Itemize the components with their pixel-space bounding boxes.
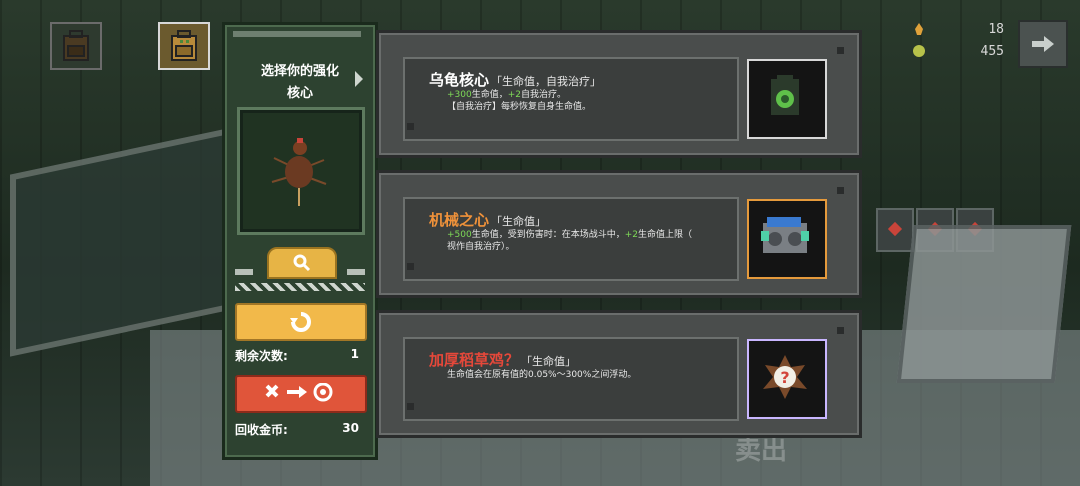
card-corner [837,327,844,334]
recycle-to-coin-icon [265,383,333,402]
card-corner [837,187,844,194]
magnifier-icon [293,254,311,272]
background-machine [896,225,1072,383]
arrow-right-icon [1032,36,1054,52]
recycle-button[interactable] [235,375,367,413]
backpack-icon [63,30,89,61]
card-description-box: 机械之心 「生命值」 +500生命值，受到伤害时：在本场战斗中，+2生命值上限（ … [403,197,739,281]
card-corner [407,263,414,270]
core-tag: 「生命值」 [491,215,547,228]
next-button[interactable] [1018,20,1068,68]
recycle-label: 回收金币: [235,423,288,437]
core-image [747,59,827,139]
desc-text: 生命值上限（ [638,230,693,240]
core-tag: 「生命值，自我治疗」 [491,75,602,88]
hud-value-top: 18 [988,22,1004,37]
card-description-box: 加厚稻草鸡？ 「生命值」 生命值会在原有值的0.05%～300%之间浮动。 [403,337,739,421]
refresh-icon [290,312,311,332]
hazard-stripe [235,283,365,291]
expand-arrow-icon[interactable] [355,71,363,87]
refresh-button[interactable] [235,303,367,341]
remaining-count-row: 剩余次数: 1 [235,347,365,365]
panel-title: 选择你的强化 核心 [233,61,367,105]
core-option-mechanical-heart[interactable]: 机械之心 「生命值」 +500生命值，受到伤害时：在本场战斗中，+2生命值上限（ … [376,170,862,298]
hud-value-bottom: 455 [980,44,1004,59]
desc-text: 生命值会在原有值的0.05%～300%之间浮动。 [447,370,637,380]
core-image [747,199,827,279]
core-description: 生命值会在原有值的0.05%～300%之间浮动。 [447,369,727,381]
core-option-thick-straw-chicken[interactable]: 加厚稻草鸡？ 「生命值」 生命值会在原有值的0.05%～300%之间浮动。 ? [376,310,862,438]
core-tag: 「生命值」 [521,355,577,368]
desc-highlight: +2 [624,230,639,240]
desc-text: 视作自我治疗）。 [447,242,515,252]
card-corner [407,403,414,410]
core-name-text: 加厚稻草鸡？ [429,351,520,369]
mystery-chicken-icon: ? [763,355,807,399]
divider-right [347,269,365,275]
svg-text:?: ? [780,368,789,387]
core-image: ? [747,339,827,419]
remaining-value: 1 [350,347,359,361]
straw-chicken-icon [271,138,327,206]
core-selection-panel: 选择你的强化 核心 剩余次数: 1 回收金币: 30 [222,22,378,460]
background-tile [876,208,914,252]
card-corner [407,123,414,130]
divider-left [235,269,253,275]
backpack-tab-2[interactable] [158,22,210,70]
core-description: +300生命值，+2自我治疗。 【自我治疗】每秒恢复自身生命值。 [447,89,727,113]
core-name: 机械之心 「生命值」 [429,209,546,230]
character-portrait [237,107,365,235]
card-corner [837,47,844,54]
panel-title-line1: 选择你的强化 [260,64,339,79]
mechanical-heart-icon [761,217,809,253]
panel-title-line2: 核心 [286,86,313,101]
recycle-value: 30 [342,421,359,435]
core-name: 加厚稻草鸡？ 「生命值」 [429,349,576,370]
turtle-core-icon [771,75,799,115]
core-name: 乌龟核心 「生命值，自我治疗」 [429,69,601,90]
card-description-box: 乌龟核心 「生命值，自我治疗」 +300生命值，+2自我治疗。 【自我治疗】每秒恢… [403,57,739,141]
core-description: +500生命值，受到伤害时：在本场战斗中，+2生命值上限（ 视作自我治疗）。 [447,229,727,253]
core-name-text: 机械之心 [429,211,490,229]
coin-icon [913,45,925,57]
desc-text: 生命值，受到伤害时：在本场战斗中， [471,230,625,240]
inspect-button[interactable] [267,247,337,279]
desc-highlight: +300 [447,90,472,100]
desc-highlight: +500 [447,230,472,240]
recycle-coin-row: 回收金币: 30 [235,421,365,439]
desc-highlight: +2 [507,90,522,100]
core-option-turtle[interactable]: 乌龟核心 「生命值，自我治疗」 +300生命值，+2自我治疗。 【自我治疗】每秒恢… [376,30,862,158]
core-name-text: 乌龟核心 [429,71,490,89]
backpack-icon [171,30,197,61]
backpack-tab-1[interactable] [50,22,102,70]
desc-text: 自我治疗。 [521,90,567,100]
panel-rail [233,31,361,37]
desc-text: 【自我治疗】每秒恢复自身生命值。 [447,102,592,112]
desc-text: 生命值， [471,90,508,100]
remaining-label: 剩余次数: [235,349,288,363]
flame-icon [915,23,923,35]
